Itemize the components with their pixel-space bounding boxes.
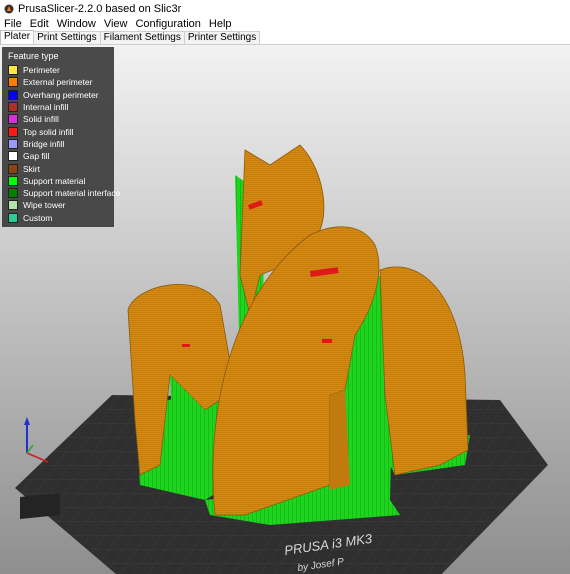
tab-bar: Plater Print Settings Filament Settings … [0, 30, 570, 45]
menu-bar: File Edit Window View Configuration Help [0, 17, 570, 31]
menu-window[interactable]: Window [53, 17, 100, 31]
legend-item: Overhang perimeter [8, 89, 120, 101]
legend-item: Support material interface [8, 187, 120, 199]
legend-item: Solid infill [8, 113, 120, 125]
feature-type-legend: Feature type Perimeter External perimete… [2, 47, 120, 227]
menu-help[interactable]: Help [205, 17, 236, 31]
legend-item: Gap fill [8, 150, 120, 162]
legend-item: Support material [8, 175, 120, 187]
legend-label: Solid infill [23, 114, 59, 125]
legend-label: Support material interface [23, 188, 121, 199]
tab-plater[interactable]: Plater [0, 30, 35, 44]
legend-swatch [8, 77, 18, 88]
legend-title: Feature type [8, 51, 59, 61]
legend-swatch [8, 65, 18, 76]
legend-swatch [8, 163, 18, 174]
legend-label: Internal infill [23, 102, 69, 113]
menu-file[interactable]: File [0, 17, 26, 31]
legend-swatch [8, 175, 18, 186]
legend-swatch [8, 188, 18, 199]
tab-print-settings[interactable]: Print Settings [33, 31, 101, 44]
legend-item: Bridge infill [8, 138, 120, 150]
legend-swatch [8, 200, 18, 211]
legend-label: Top solid infill [23, 126, 74, 137]
legend-label: Gap fill [23, 151, 50, 162]
menu-view[interactable]: View [100, 17, 132, 31]
legend-item: Custom [8, 212, 120, 224]
legend-swatch [8, 89, 18, 100]
legend-item: External perimeter [8, 76, 120, 88]
tab-filament-settings[interactable]: Filament Settings [99, 31, 185, 44]
menu-configuration[interactable]: Configuration [131, 17, 204, 31]
legend-label: Skirt [23, 163, 40, 174]
legend-item: Perimeter [8, 64, 120, 76]
legend-swatch [8, 126, 18, 137]
prusa-slicer-icon [4, 4, 14, 13]
legend-swatch [8, 102, 18, 113]
legend-item: Skirt [8, 162, 120, 174]
legend-swatch [8, 151, 18, 162]
title-bar: PrusaSlicer-2.2.0 based on Slic3r [0, 0, 570, 17]
window-title: PrusaSlicer-2.2.0 based on Slic3r [18, 2, 182, 15]
legend-label: Perimeter [23, 65, 60, 76]
legend-label: Wipe tower [23, 200, 66, 211]
legend-list: Perimeter External perimeter Overhang pe… [8, 64, 120, 224]
legend-item: Top solid infill [8, 125, 120, 137]
menu-edit[interactable]: Edit [26, 17, 53, 31]
legend-item: Internal infill [8, 101, 120, 113]
legend-swatch [8, 212, 18, 223]
legend-label: Custom [23, 212, 53, 223]
legend-swatch [8, 138, 18, 149]
legend-label: Overhang perimeter [23, 89, 99, 100]
legend-swatch [8, 114, 18, 125]
legend-label: External perimeter [23, 77, 93, 88]
legend-label: Bridge infill [23, 138, 65, 149]
legend-item: Wipe tower [8, 199, 120, 211]
legend-label: Support material [23, 175, 86, 186]
tab-printer-settings[interactable]: Printer Settings [183, 31, 261, 44]
